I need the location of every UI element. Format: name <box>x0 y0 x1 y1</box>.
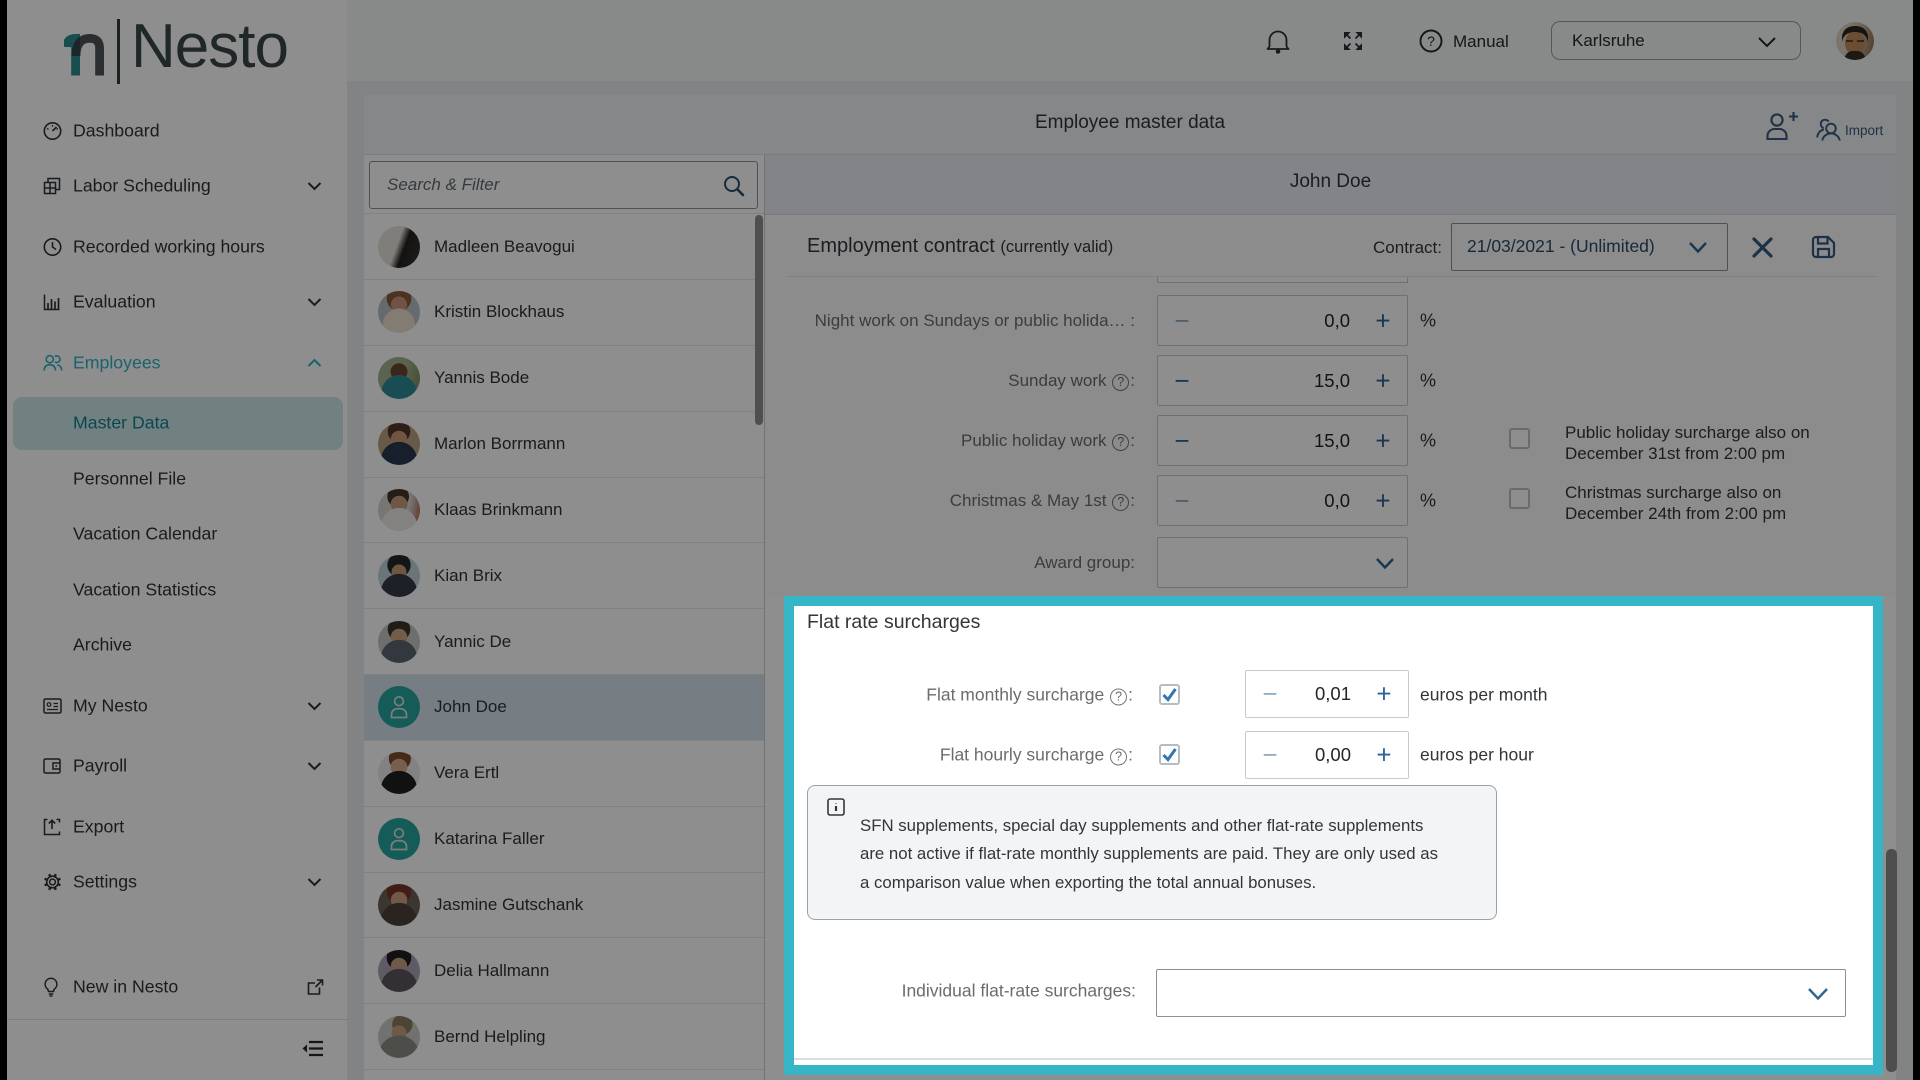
svg-text:?: ? <box>1427 33 1435 49</box>
